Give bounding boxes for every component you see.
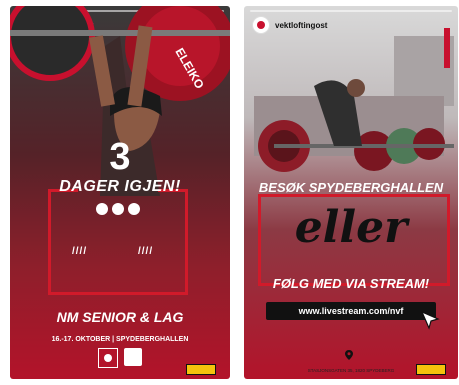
- slashes-right: ////: [138, 246, 154, 257]
- location-pin-icon: [345, 350, 353, 360]
- club-logo-icon: [124, 348, 142, 366]
- slashes-left: ////: [72, 246, 88, 257]
- dots-icon: [96, 203, 140, 215]
- side-markers-icon: [444, 28, 450, 68]
- story-progress-bar: [250, 10, 452, 12]
- stream-url-link[interactable]: www.livestream.com/nvf: [266, 302, 436, 320]
- visit-heading: BESØK SPYDEBERGHALLEN: [258, 180, 444, 195]
- gym-photo: [254, 36, 454, 172]
- event-title: NM SENIOR & LAG: [56, 309, 184, 325]
- countdown-label: DAGER IGJEN!: [59, 178, 181, 195]
- story-countdown[interactable]: vektloftingost ELEIKO 3 DAGER IGJEN! ///…: [10, 6, 230, 379]
- countdown-number: 3: [109, 136, 131, 178]
- sponsor-badge-icon: [416, 364, 446, 375]
- story-stream[interactable]: vektloftingost BESØK SPYDEBERGHALLEN ell…: [244, 6, 458, 379]
- event-date-venue: 16.-17. OKTOBER | SPYDEBERGHALLEN: [51, 336, 189, 343]
- sponsor-logos: [98, 348, 142, 368]
- stream-url-text[interactable]: www.livestream.com/nvf: [299, 306, 404, 316]
- follow-heading: FØLG MED VIA STREAM!: [272, 276, 430, 291]
- federation-logo-icon: [98, 348, 118, 368]
- or-script: eller: [294, 202, 408, 253]
- cursor-arrow-icon: [420, 310, 440, 330]
- sponsor-badge-icon: [186, 364, 216, 375]
